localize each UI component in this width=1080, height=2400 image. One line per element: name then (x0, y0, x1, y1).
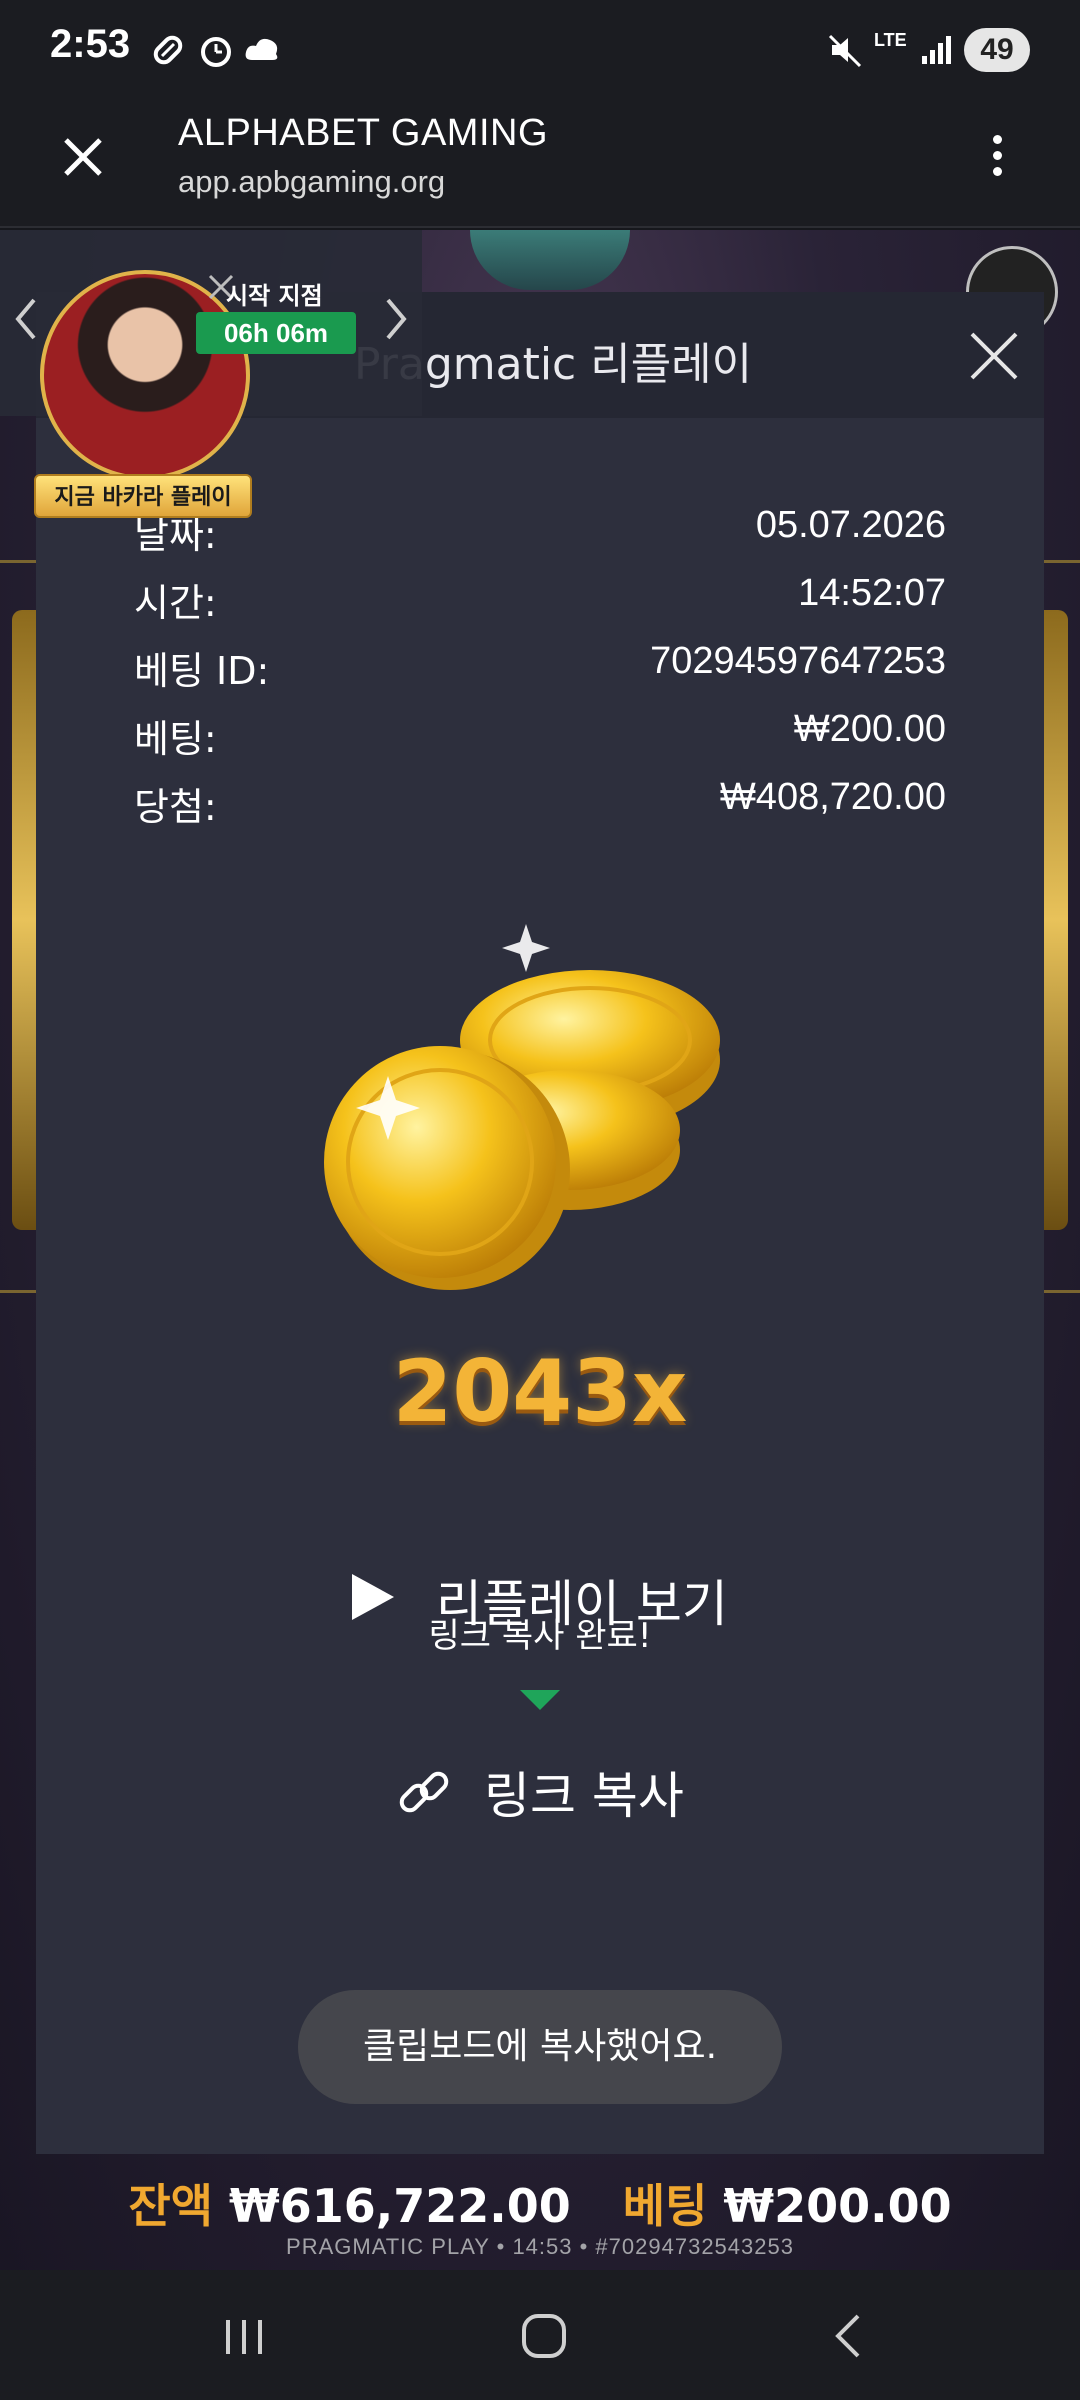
win-row: 당첨: ₩408,720.00 (134, 776, 946, 836)
copy-link-button[interactable]: 링크 복사 (396, 1756, 696, 1826)
pill-icon (153, 35, 183, 65)
alarm-icon (201, 37, 231, 67)
chevron-right-icon[interactable] (382, 294, 412, 344)
time-row: 시간: 14:52:07 (134, 572, 946, 632)
game-emblem (470, 230, 630, 290)
row-label: 시간: (134, 581, 217, 625)
link-copied-tooltip: 링크 복사 완료! (428, 1616, 652, 1656)
promo-start-label: 시작 지점 (226, 282, 323, 310)
bet-value: ₩200.00 (723, 2179, 952, 2233)
play-baccarat-badge[interactable]: 지금 바카라 플레이 (34, 474, 252, 518)
copy-link-label: 링크 복사 (484, 1767, 684, 1825)
row-value: ₩200.00 (793, 708, 946, 750)
cloud-icon (245, 38, 278, 60)
status-time: 2:53 (50, 22, 131, 66)
more-options-icon[interactable] (982, 128, 1012, 188)
recent-apps-icon[interactable] (214, 2308, 274, 2364)
status-bar: 2:53 LTE 49 (0, 0, 1080, 100)
close-icon[interactable] (56, 130, 110, 184)
back-icon[interactable] (818, 2308, 878, 2364)
game-info-line: PRAGMATIC PLAY • 14:53 • #70294732543253 (286, 2234, 794, 2259)
promo-timer: 06h 06m (196, 312, 356, 354)
win-multiplier: 2043x (392, 1342, 688, 1442)
signal-icon (922, 36, 951, 64)
balance-bar: 잔액 ₩616,722.00 베팅 ₩200.00 (0, 2170, 1080, 2236)
chevron-left-icon[interactable] (10, 294, 40, 344)
row-label: 베팅 ID: (134, 649, 270, 693)
balance-label: 잔액 (128, 2179, 213, 2233)
bet-label: 베팅 (622, 2179, 708, 2233)
browser-toolbar: ALPHABET GAMING app.apbgaming.org (0, 100, 1080, 228)
browser-title: ALPHABET GAMING (178, 112, 549, 154)
network-type: LTE (874, 30, 907, 50)
date-row: 날짜: 05.07.2026 (134, 504, 946, 564)
bet-id-row: 베팅 ID: 70294597647253 (134, 640, 946, 700)
link-icon (399, 1771, 449, 1813)
balance-value: ₩616,722.00 (228, 2179, 571, 2233)
row-label: 베팅: (134, 717, 217, 761)
tooltip-arrow-icon (520, 1690, 560, 1710)
browser-url[interactable]: app.apbgaming.org (178, 164, 445, 200)
row-value: ₩408,720.00 (719, 776, 946, 818)
bet-row: 베팅: ₩200.00 (134, 708, 946, 768)
row-value: 05.07.2026 (755, 504, 946, 546)
row-value: 70294597647253 (650, 640, 946, 682)
close-icon[interactable] (966, 328, 1022, 384)
row-value: 14:52:07 (798, 572, 946, 614)
navigation-bar (0, 2270, 1080, 2400)
row-label: 당첨: (134, 785, 217, 829)
battery-indicator: 49 (964, 28, 1030, 72)
toast-message: 클립보드에 복사했어요. (298, 1990, 782, 2104)
mute-icon (828, 34, 862, 68)
home-icon[interactable] (514, 2308, 574, 2364)
coins-icon (324, 924, 720, 1290)
